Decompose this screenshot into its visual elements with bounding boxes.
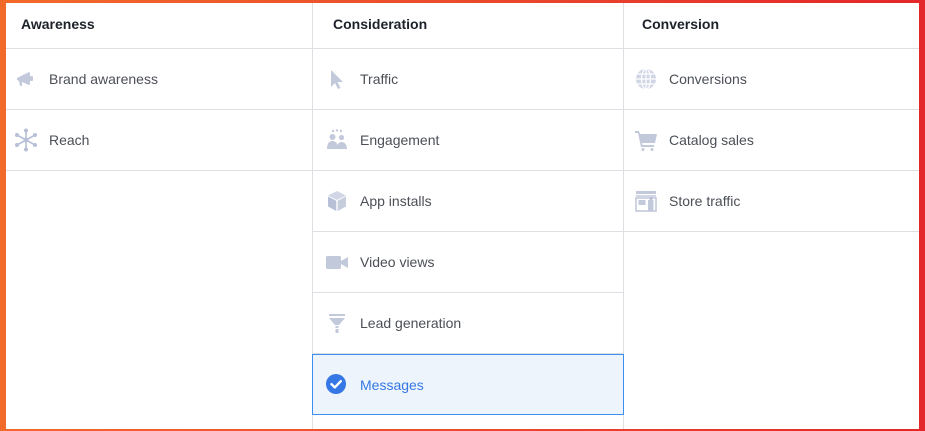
shopping-cart-icon bbox=[634, 128, 658, 152]
box-icon bbox=[325, 189, 349, 213]
objective-traffic[interactable]: Traffic bbox=[313, 49, 623, 110]
checkmark-circle-icon bbox=[325, 373, 349, 397]
store-icon bbox=[634, 189, 658, 213]
reach-icon bbox=[14, 128, 38, 152]
awareness-column: Awareness Brand awareness Reach bbox=[6, 3, 312, 429]
objective-engagement[interactable]: Engagement bbox=[313, 110, 623, 171]
objective-reach[interactable]: Reach bbox=[6, 110, 312, 171]
video-camera-icon bbox=[325, 250, 349, 274]
objective-label: Engagement bbox=[360, 132, 440, 148]
awareness-header: Awareness bbox=[6, 3, 312, 49]
objective-messages[interactable]: Messages bbox=[312, 354, 624, 415]
conversion-column: Conversion Conversions Catalog sales Sto… bbox=[623, 3, 919, 429]
conversion-header: Conversion bbox=[623, 3, 919, 49]
objective-label: Video views bbox=[360, 254, 435, 270]
megaphone-icon bbox=[14, 67, 38, 91]
objective-label: Catalog sales bbox=[669, 132, 754, 148]
objective-conversions[interactable]: Conversions bbox=[623, 49, 919, 110]
consideration-header: Consideration bbox=[313, 3, 623, 49]
objective-label: Conversions bbox=[669, 71, 747, 87]
objective-label: Lead generation bbox=[360, 315, 462, 331]
cursor-icon bbox=[325, 67, 349, 91]
objective-label: Messages bbox=[360, 376, 424, 393]
objective-app-installs[interactable]: App installs bbox=[313, 171, 623, 232]
objective-lead-generation[interactable]: Lead generation bbox=[313, 293, 623, 354]
objective-store-traffic[interactable]: Store traffic bbox=[623, 171, 919, 232]
funnel-icon bbox=[325, 311, 349, 335]
objective-video-views[interactable]: Video views bbox=[313, 232, 623, 293]
consideration-column: Consideration Traffic Engagement App ins… bbox=[312, 3, 624, 429]
objective-catalog-sales[interactable]: Catalog sales bbox=[623, 110, 919, 171]
objective-grid: Awareness Brand awareness Reach Consider… bbox=[6, 3, 919, 429]
objective-label: Traffic bbox=[360, 71, 399, 87]
objective-brand-awareness[interactable]: Brand awareness bbox=[6, 49, 312, 110]
objective-label: Brand awareness bbox=[49, 71, 158, 87]
objective-label: Reach bbox=[49, 132, 90, 148]
people-icon bbox=[325, 128, 349, 152]
objective-label: Store traffic bbox=[669, 193, 741, 209]
globe-icon bbox=[634, 67, 658, 91]
objective-label: App installs bbox=[360, 193, 432, 209]
